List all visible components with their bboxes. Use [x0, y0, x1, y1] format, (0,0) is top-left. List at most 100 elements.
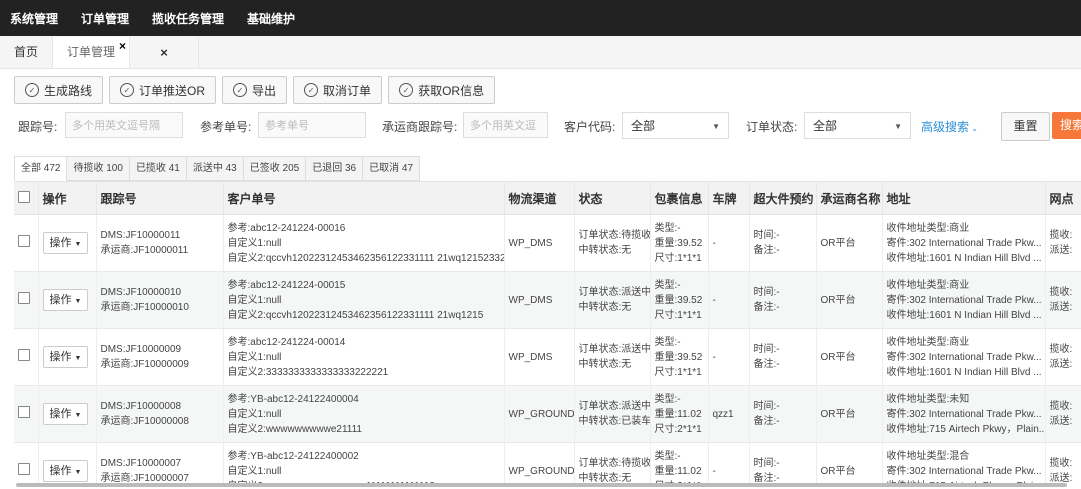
cell-line: 承运商:JF10000008 [100, 416, 189, 427]
cancel-order-button[interactable]: ✓ 取消订单 [293, 76, 383, 104]
cell-line: 重量:11.02 [654, 465, 702, 477]
cell-line: 重量:39.52 [654, 237, 703, 249]
table-row[interactable]: 操作 ▼ DMS:JF10000011 承运商:JF10000011 参考:abc12-… [14, 214, 1081, 272]
table-row[interactable]: 操作 ▼ DMS:JF10000009 承运商:JF10000009 参考:abc12-… [14, 328, 1081, 386]
row-checkbox-cell[interactable] [14, 214, 39, 272]
advanced-search-link[interactable]: 高级搜索 ⌄ [921, 118, 978, 135]
header-select-all[interactable] [14, 182, 39, 215]
cell-line: 承运商:JF10000009 [100, 359, 189, 370]
cell-line: 收件地址类型:商业 [886, 279, 970, 291]
row-checkbox[interactable] [18, 234, 30, 247]
nav-basic-maintenance[interactable]: 基础维护 [247, 10, 295, 27]
tab-home[interactable]: 首页 [0, 37, 54, 68]
caret-down-icon: ▼ [74, 355, 82, 362]
horizontal-scrollbar[interactable] [16, 483, 1067, 487]
row-checkbox-cell[interactable] [14, 328, 39, 386]
get-or-info-button[interactable]: ✓ 获取OR信息 [388, 76, 496, 104]
customer-number-cell: 参考:abc12-241224-00016 自定义1:null 自定义2:qccvh… [223, 214, 505, 272]
appointment-cell: 时间:- 备注:- [749, 328, 817, 386]
operation-cell: 操作 ▼ [38, 385, 97, 443]
cell-line: 时间:- [753, 401, 780, 412]
status-tab-pending-pickup[interactable]: 待揽收 100 [67, 156, 130, 181]
cell-line: 中转状态:已装车 [578, 416, 650, 427]
row-checkbox[interactable] [18, 405, 30, 418]
select-all-checkbox[interactable] [18, 190, 30, 203]
export-label: 导出 [252, 83, 277, 98]
plate-cell: - [708, 214, 750, 272]
table-header-row: 操作 跟踪号 客户单号 物流渠道 状态 包裹信息 车牌 超大件预约 承运商名称 … [14, 182, 1081, 215]
status-tab-delivering[interactable]: 派送中 43 [186, 156, 244, 181]
order-status-select[interactable]: 全部 ▼ [804, 112, 911, 139]
cell-line: 揽收: [1049, 287, 1073, 298]
operation-cell: 操作 ▼ [38, 271, 97, 329]
customer-code-label: 客户代码: [564, 120, 616, 134]
nav-pickup-task-management[interactable]: 揽收任务管理 [152, 10, 224, 27]
cell-line: 派送: [1049, 302, 1073, 313]
operation-dropdown-button[interactable]: 操作 ▼ [42, 289, 89, 311]
operation-dropdown-button[interactable]: 操作 ▼ [42, 346, 89, 368]
cell-line: 自定义2:3333333333333333222221 [227, 366, 389, 378]
row-checkbox[interactable] [18, 291, 30, 304]
nav-system-management[interactable]: 系统管理 [10, 10, 58, 27]
table-row[interactable]: 操作 ▼ DMS:JF10000007 承运商:JF10000007 参考:YB-abc… [14, 442, 1081, 485]
push-order-or-button[interactable]: ✓ 订单推送OR [109, 76, 217, 104]
close-all-tabs-icon[interactable]: × [130, 37, 200, 68]
row-checkbox-cell[interactable] [14, 442, 39, 485]
status-tab-returned[interactable]: 已退回 36 [306, 156, 364, 181]
cell-line: 承运商:JF10000010 [100, 302, 189, 313]
carrier-tracking-input[interactable]: 多个用英文逗 [463, 112, 548, 138]
operation-dropdown-button[interactable]: 操作 ▼ [42, 232, 89, 254]
tracking-input[interactable]: 多个用英文逗号隔 [65, 112, 183, 138]
row-checkbox-cell[interactable] [14, 271, 39, 329]
operation-dropdown-button[interactable]: 操作 ▼ [42, 403, 89, 425]
status-tab-all[interactable]: 全部 472 [14, 156, 68, 181]
cell-line: 寄件:302 International Trade Pkw... [886, 237, 1042, 249]
plate-cell: - [708, 328, 750, 386]
customer-code-value: 全部 [631, 119, 656, 133]
cell-line: 自定义1:null [227, 351, 282, 363]
ref-input[interactable]: 参考单号 [258, 112, 366, 138]
customer-number-cell: 参考:abc12-241224-00014 自定义1:null 自定义2:33333… [223, 328, 505, 386]
cell-line: 自定义2:qccvh12022312453462356122331111 21w… [227, 309, 484, 321]
generate-route-button[interactable]: ✓ 生成路线 [14, 76, 104, 104]
site-cell: 揽收: 派送: [1045, 214, 1081, 272]
address-cell: 收件地址类型:混合 寄件:302 International Trade Pkw.… [882, 442, 1046, 485]
search-button[interactable]: 搜索 [1052, 112, 1081, 139]
cell-line: 尺寸:1*1*1 [654, 252, 702, 264]
export-button[interactable]: ✓ 导出 [222, 76, 288, 104]
row-checkbox[interactable] [18, 348, 30, 361]
cell-line: 订单状态:待揽收 [578, 458, 650, 469]
cell-line: 类型:- [654, 450, 681, 462]
package-cell: 类型:- 重量:39.52 尺寸:1*1*1 [650, 214, 709, 272]
operation-dropdown-button[interactable]: 操作 ▼ [42, 460, 89, 482]
cell-line: 参考:abc12-241224-00015 [227, 279, 346, 291]
check-circle-icon: ✓ [399, 83, 414, 97]
plate-cell: - [708, 442, 750, 485]
header-site: 网点 [1045, 182, 1081, 215]
cell-line: 收件地址:1601 N Indian Hill Blvd ... [886, 366, 1042, 378]
chevron-down-icon: ⌄ [969, 124, 978, 133]
cell-line: 收件地址:1601 N Indian Hill Blvd ... [886, 252, 1042, 264]
table-row[interactable]: 操作 ▼ DMS:JF10000008 承运商:JF10000008 参考:YB-abc… [14, 385, 1081, 443]
reset-button[interactable]: 重置 [1001, 112, 1050, 141]
operation-label: 操作 [49, 237, 72, 249]
cell-line: 收件地址类型:商业 [886, 222, 970, 234]
tab-order-management[interactable]: 订单管理 × [53, 37, 131, 68]
nav-order-management[interactable]: 订单管理 [81, 10, 129, 27]
tab-close-icon[interactable]: × [119, 31, 126, 62]
cell-line: 类型:- [654, 222, 681, 234]
row-checkbox-cell[interactable] [14, 385, 39, 443]
cell-line: 自定义1:null [227, 408, 282, 420]
cell-line: 中转状态:无 [578, 245, 632, 256]
status-tab-cancelled[interactable]: 已取消 47 [363, 156, 421, 181]
operation-label: 操作 [49, 351, 72, 363]
customer-code-select[interactable]: 全部 ▼ [622, 112, 729, 139]
table-row[interactable]: 操作 ▼ DMS:JF10000010 承运商:JF10000010 参考:abc12-… [14, 271, 1081, 329]
ref-label: 参考单号: [200, 120, 252, 134]
channel-cell: WP_GROUND [504, 442, 575, 485]
status-tab-signed[interactable]: 已签收 205 [243, 156, 307, 181]
cell-line: 时间:- [753, 344, 780, 355]
row-checkbox[interactable] [18, 462, 30, 475]
status-tab-picked-up[interactable]: 已揽收 41 [129, 156, 187, 181]
cell-line: 订单状态:派送中 [578, 401, 650, 412]
